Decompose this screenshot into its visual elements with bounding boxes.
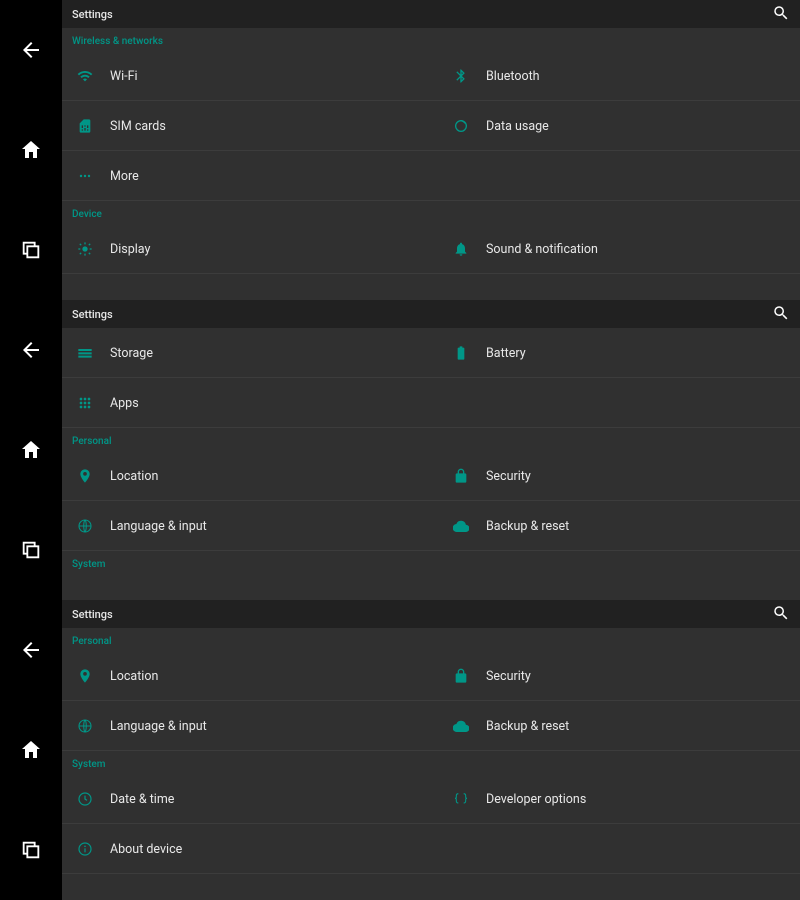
settings-item-wi-fi[interactable]: Wi-Fi (62, 51, 424, 101)
more-icon (76, 167, 94, 185)
settings-item-battery[interactable]: Battery (438, 328, 800, 378)
nav-recent-button[interactable] (0, 500, 62, 600)
settings-item-label: Battery (486, 346, 526, 361)
display-icon (76, 240, 94, 258)
system-navbar (0, 0, 62, 900)
nav-recent-button[interactable] (0, 200, 62, 300)
settings-item-storage[interactable]: Storage (62, 328, 424, 378)
settings-item-label: Language & input (110, 519, 207, 534)
app-header: Settings (62, 300, 800, 328)
settings-item-label: Backup & reset (486, 719, 569, 734)
settings-item-label: Security (486, 669, 531, 684)
settings-item-more[interactable]: More (62, 151, 424, 201)
settings-item-label: More (110, 169, 139, 184)
cloud-icon (452, 517, 470, 535)
section-header-personal: Personal (62, 628, 800, 651)
nav-home-button[interactable] (0, 400, 62, 500)
apps-icon (76, 394, 94, 412)
settings-item-apps[interactable]: Apps (62, 378, 424, 428)
globe-icon (76, 717, 94, 735)
search-icon[interactable] (772, 604, 790, 625)
app-header: Settings (62, 600, 800, 628)
settings-item-backup-reset[interactable]: Backup & reset (438, 501, 800, 551)
settings-item-date-time[interactable]: Date & time (62, 774, 424, 824)
nav-home-button[interactable] (0, 700, 62, 800)
settings-item-label: Bluetooth (486, 69, 540, 84)
settings-item-location[interactable]: Location (62, 451, 424, 501)
settings-item-label: Wi-Fi (110, 69, 138, 84)
settings-item-label: Location (110, 669, 158, 684)
app-title: Settings (72, 608, 113, 621)
nav-back-button[interactable] (0, 600, 62, 700)
settings-item-label: Backup & reset (486, 519, 569, 534)
nav-home-button[interactable] (0, 100, 62, 200)
location-icon (76, 467, 94, 485)
lock-icon (452, 667, 470, 685)
section-header-system: System (62, 751, 800, 774)
settings-item-data-usage[interactable]: Data usage (438, 101, 800, 151)
settings-item-label: Display (110, 242, 150, 257)
section-header-personal: Personal (62, 428, 800, 451)
settings-item-security[interactable]: Security (438, 451, 800, 501)
settings-item-language-input[interactable]: Language & input (62, 701, 424, 751)
search-icon[interactable] (772, 304, 790, 325)
section-header-device: Device (62, 201, 800, 224)
location-icon (76, 667, 94, 685)
search-icon[interactable] (772, 4, 790, 25)
settings-item-backup-reset[interactable]: Backup & reset (438, 701, 800, 751)
info-icon (76, 840, 94, 858)
nav-recent-button[interactable] (0, 800, 62, 900)
sim-icon (76, 117, 94, 135)
app-title: Settings (72, 8, 113, 21)
settings-item-label: Data usage (486, 119, 549, 134)
clock-icon (76, 790, 94, 808)
settings-item-label: Language & input (110, 719, 207, 734)
bell-icon (452, 240, 470, 258)
settings-item-label: Sound & notification (486, 242, 598, 257)
settings-item-sim-cards[interactable]: SIM cards (62, 101, 424, 151)
settings-item-sound-notification[interactable]: Sound & notification (438, 224, 800, 274)
settings-item-label: Developer options (486, 792, 586, 807)
section-header-wireless-networks: Wireless & networks (62, 28, 800, 51)
globe-icon (76, 517, 94, 535)
settings-item-label: SIM cards (110, 119, 166, 134)
settings-item-label: Date & time (110, 792, 174, 807)
data-icon (452, 117, 470, 135)
settings-item-display[interactable]: Display (62, 224, 424, 274)
settings-item-developer-options[interactable]: Developer options (438, 774, 800, 824)
settings-panel: Settings Storage Battery Apps Personal Locati… (62, 300, 800, 600)
app-title: Settings (72, 308, 113, 321)
settings-item-bluetooth[interactable]: Bluetooth (438, 51, 800, 101)
settings-item-label: About device (110, 842, 182, 857)
settings-item-location[interactable]: Location (62, 651, 424, 701)
settings-item-about-device[interactable]: About device (62, 824, 424, 874)
bluetooth-icon (452, 67, 470, 85)
section-header-system: System (62, 551, 800, 574)
wifi-icon (76, 67, 94, 85)
nav-back-button[interactable] (0, 0, 62, 100)
settings-item-label: Location (110, 469, 158, 484)
nav-back-button[interactable] (0, 300, 62, 400)
braces-icon (452, 790, 470, 808)
app-header: Settings (62, 0, 800, 28)
settings-item-security[interactable]: Security (438, 651, 800, 701)
battery-icon (452, 344, 470, 362)
settings-panel: Settings Personal Location Security Language… (62, 600, 800, 900)
lock-icon (452, 467, 470, 485)
cloud-icon (452, 717, 470, 735)
settings-item-label: Storage (110, 346, 153, 361)
settings-item-language-input[interactable]: Language & input (62, 501, 424, 551)
storage-icon (76, 344, 94, 362)
settings-panel: Settings Wireless & networks Wi-Fi Bluetoot… (62, 0, 800, 300)
settings-item-label: Security (486, 469, 531, 484)
settings-item-label: Apps (110, 396, 139, 411)
